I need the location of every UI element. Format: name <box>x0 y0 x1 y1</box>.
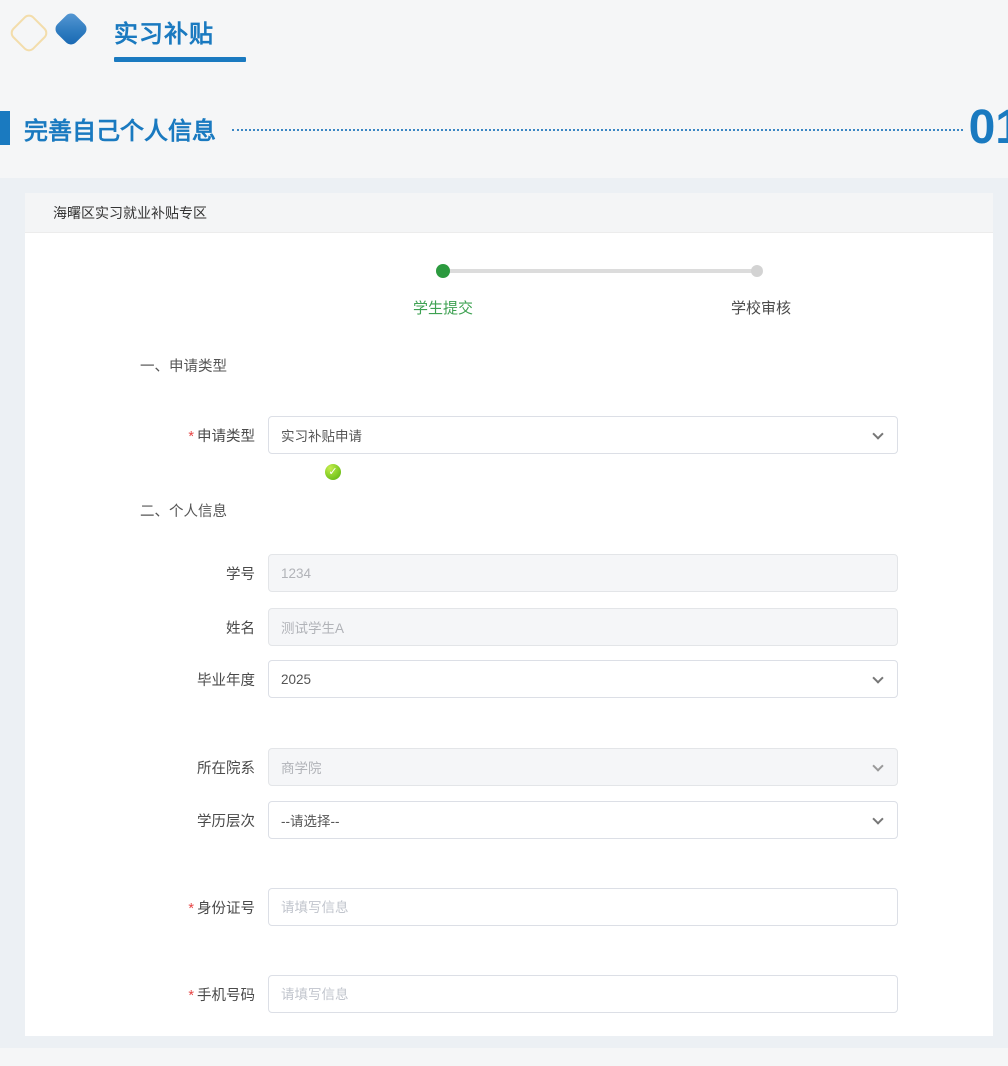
required-asterisk: * <box>188 429 194 445</box>
id-number-input[interactable] <box>268 888 898 926</box>
step-label-school-review: 学校审核 <box>715 297 807 318</box>
form-row-student-name: 姓名 <box>25 608 993 646</box>
section-accent-bar <box>0 111 10 145</box>
application-type-select[interactable]: 实习补贴申请 <box>268 416 898 454</box>
form-row-student-id: 学号 <box>25 554 993 592</box>
validation-row <box>325 462 993 478</box>
field-label-department: 所在院系 <box>25 757 268 778</box>
field-label-graduation-year: 毕业年度 <box>25 669 268 690</box>
section-header: 完善自己个人信息 01 <box>0 100 1008 156</box>
section-title: 完善自己个人信息 <box>24 111 216 146</box>
stepper-line <box>443 269 757 273</box>
field-label-student-id: 学号 <box>25 563 268 584</box>
graduation-year-selected-value: 2025 <box>281 672 311 687</box>
subsidy-form-card: 海曙区实习就业补贴专区 学生提交 学校审核 一、申请类型 *申请类型 实习补贴申… <box>25 193 993 1036</box>
logo-diamond-outline-icon <box>8 12 50 54</box>
app-logo <box>8 12 96 64</box>
education-level-selected-value: --请选择-- <box>281 810 339 830</box>
chevron-down-icon <box>872 672 883 683</box>
student-name-input <box>268 608 898 646</box>
logo-diamond-filled-icon <box>53 11 90 48</box>
top-header: 实习补贴 <box>0 0 1008 100</box>
form-row-id-number: *身份证号 <box>25 888 993 926</box>
form-row-education-level: 学历层次 --请选择-- <box>25 801 993 839</box>
step-dot-student-submit <box>436 264 450 278</box>
step-dot-school-review <box>751 265 763 277</box>
department-selected-value: 商学院 <box>281 757 322 777</box>
section-dotted-line <box>232 129 963 131</box>
graduation-year-select[interactable]: 2025 <box>268 660 898 698</box>
field-label-student-name: 姓名 <box>25 617 268 638</box>
form-row-department: 所在院系 商学院 <box>25 748 993 786</box>
content-container: 海曙区实习就业补贴专区 学生提交 学校审核 一、申请类型 *申请类型 实习补贴申… <box>0 178 1008 1048</box>
field-label-id-number: *身份证号 <box>25 897 268 918</box>
phone-number-input[interactable] <box>268 975 898 1013</box>
field-label-phone-number: *手机号码 <box>25 984 268 1005</box>
chevron-down-icon <box>872 813 883 824</box>
field-label-application-type: *申请类型 <box>25 425 268 446</box>
education-level-select[interactable]: --请选择-- <box>268 801 898 839</box>
page-title-underline <box>114 57 246 62</box>
application-type-selected-value: 实习补贴申请 <box>281 425 362 445</box>
step-label-student-submit: 学生提交 <box>397 297 489 318</box>
success-check-icon <box>325 464 341 480</box>
department-select: 商学院 <box>268 748 898 786</box>
required-asterisk: * <box>188 901 194 917</box>
group-title-personal-info: 二、个人信息 <box>140 500 993 521</box>
chevron-down-icon <box>872 428 883 439</box>
form-row-application-type: *申请类型 实习补贴申请 <box>25 416 993 454</box>
form-row-graduation-year: 毕业年度 2025 <box>25 660 993 698</box>
form-row-phone-number: *手机号码 <box>25 975 993 1013</box>
progress-stepper: 学生提交 学校审核 <box>25 233 993 333</box>
student-id-input <box>268 554 898 592</box>
required-asterisk: * <box>188 988 194 1004</box>
chevron-down-icon <box>872 760 883 771</box>
group-title-application-type: 一、申请类型 <box>140 355 993 376</box>
section-number: 01 <box>969 104 1008 152</box>
field-label-education-level: 学历层次 <box>25 810 268 831</box>
page-title: 实习补贴 <box>114 14 246 49</box>
card-header-title: 海曙区实习就业补贴专区 <box>25 193 993 233</box>
